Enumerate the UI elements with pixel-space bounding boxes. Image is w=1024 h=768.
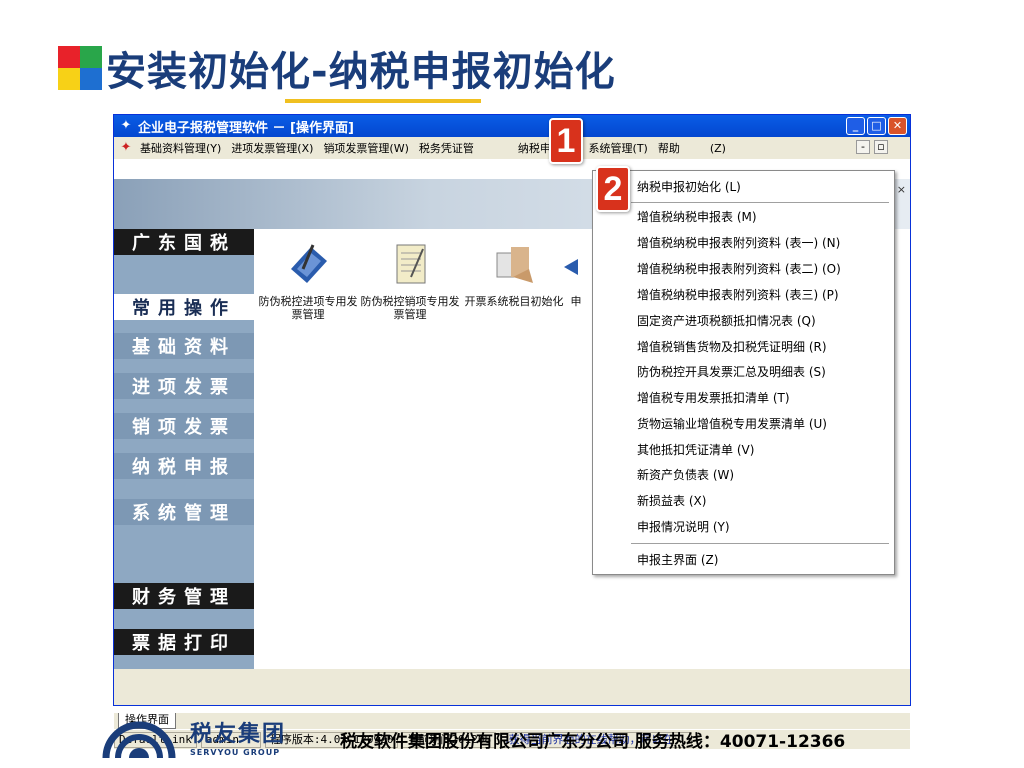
menu-item-vat-return[interactable]: 增值税纳税申报表 (M) bbox=[637, 208, 757, 225]
sidebar-item-guangdong-tax[interactable]: 广东国税 bbox=[114, 229, 254, 255]
tax-declaration-dropdown: 纳税申报初始化 (L) 增值税纳税申报表 (M) 增值税纳税申报表附列资料 (表… bbox=[592, 170, 895, 575]
slide-logo-icon bbox=[58, 46, 102, 90]
menu-item-declaration-init[interactable]: 纳税申报初始化 (L) bbox=[637, 178, 741, 195]
menu-separator bbox=[631, 543, 889, 544]
sidebar: 广东国税 常用操作 基础资料 进项发票 销项发票 纳税申报 系统管理 财务管理 … bbox=[114, 229, 254, 669]
tile-label: 申 bbox=[570, 295, 582, 308]
mdi-minimize-button[interactable]: - bbox=[856, 140, 870, 154]
step-1-badge: 1 bbox=[549, 118, 583, 164]
menu-separator bbox=[631, 202, 889, 203]
menu-item-other-deduction[interactable]: 其他抵扣凭证清单 (V) bbox=[637, 441, 754, 458]
menu-item-deduction-list[interactable]: 增值税专用发票抵扣清单 (T) bbox=[637, 389, 790, 406]
menu-item-declaration-notes[interactable]: 申报情况说明 (Y) bbox=[637, 518, 730, 535]
menu-z[interactable]: (Z) bbox=[710, 142, 726, 155]
maximize-button[interactable]: □ bbox=[867, 117, 886, 135]
tile-label: 开票系统税目初始化 bbox=[464, 295, 564, 308]
dropdown-gutter bbox=[593, 171, 629, 574]
sidebar-item-basic-data[interactable]: 基础资料 bbox=[114, 333, 254, 359]
footer: 税友集团 SERVYOU GROUP 税友软件集团股份有限公司广东分公司 服务热… bbox=[100, 716, 930, 760]
slide-title: 安装初始化-纳税申报初始化 bbox=[106, 49, 616, 95]
menu-item-sales-detail[interactable]: 增值税销售货物及扣税凭证明细 (R) bbox=[637, 338, 827, 355]
sidebar-item-common-ops[interactable]: 常用操作 bbox=[114, 294, 254, 320]
notepad-icon bbox=[396, 244, 426, 284]
menu-basic-data[interactable]: 基础资料管理(Y) bbox=[140, 140, 221, 156]
title-underline bbox=[285, 99, 481, 103]
menu-item-invoice-summary[interactable]: 防伪税控开具发票汇总及明细表 (S) bbox=[637, 363, 826, 380]
tile-output-invoice-mgmt[interactable]: 防伪税控销项专用发票管理 bbox=[360, 229, 460, 321]
menu-app-icon: ✦ bbox=[120, 140, 132, 155]
menu-item-fixed-asset[interactable]: 固定资产进项税额抵扣情况表 (Q) bbox=[637, 312, 816, 329]
menu-item-vat-attach-2[interactable]: 增值税纳税申报表附列资料 (表二) (O) bbox=[637, 260, 841, 277]
sidebar-item-system-mgmt[interactable]: 系统管理 bbox=[114, 499, 254, 525]
menu-item-balance-sheet[interactable]: 新资产负债表 (W) bbox=[637, 466, 734, 483]
menu-system[interactable]: 系统管理(T) bbox=[589, 140, 648, 156]
partial-icon bbox=[564, 259, 578, 275]
document-hand-icon bbox=[496, 247, 533, 283]
menu-item-income-statement[interactable]: 新损益表 (X) bbox=[637, 492, 706, 509]
tile-label: 防伪税控进项专用发票管理 bbox=[258, 295, 358, 321]
menubar: ✦ 基础资料管理(Y) 进项发票管理(X) 销项发票管理(W) 税务凭证管 纳税… bbox=[114, 137, 910, 159]
brand-name-en: SERVYOU GROUP bbox=[190, 748, 281, 757]
brand-name: 税友集团 bbox=[190, 722, 287, 747]
footer-company-hotline: 税友软件集团股份有限公司广东分公司 服务热线：40071-12366 bbox=[340, 732, 846, 752]
menu-output-invoice[interactable]: 销项发票管理(W) bbox=[323, 140, 408, 156]
step-2-badge: 2 bbox=[596, 166, 630, 212]
menu-item-declaration-main[interactable]: 申报主界面 (Z) bbox=[637, 551, 718, 568]
mdi-controls: - ▫ bbox=[856, 140, 888, 154]
sidebar-item-receipt-print[interactable]: 票据打印 bbox=[114, 629, 254, 655]
tile-label: 防伪税控销项专用发票管理 bbox=[360, 295, 460, 321]
window-controls: _ □ ✕ bbox=[846, 117, 907, 135]
tile-partial[interactable]: 申 bbox=[564, 229, 588, 308]
menu-input-invoice[interactable]: 进项发票管理(X) bbox=[231, 140, 313, 156]
tile-tax-item-init[interactable]: 开票系统税目初始化 bbox=[464, 229, 564, 308]
sidebar-item-tax-declaration[interactable]: 纳税申报 bbox=[114, 453, 254, 479]
sidebar-item-finance[interactable]: 财务管理 bbox=[114, 583, 254, 609]
servyou-logo-icon bbox=[102, 721, 176, 758]
tile-input-invoice-mgmt[interactable]: 防伪税控进项专用发票管理 bbox=[258, 229, 358, 321]
menu-item-vat-attach-3[interactable]: 增值税纳税申报表附列资料 (表三) (P) bbox=[637, 286, 839, 303]
menu-item-transport-list[interactable]: 货物运输业增值税专用发票清单 (U) bbox=[637, 415, 827, 432]
mdi-restore-button[interactable]: ▫ bbox=[874, 140, 888, 154]
sidebar-item-input-invoice[interactable]: 进项发票 bbox=[114, 373, 254, 399]
window-title: 企业电子报税管理软件 － [操作界面] bbox=[138, 120, 354, 136]
menu-tax-voucher[interactable]: 税务凭证管 bbox=[419, 140, 474, 156]
sidebar-item-output-invoice[interactable]: 销项发票 bbox=[114, 413, 254, 439]
pen-document-icon bbox=[291, 244, 327, 283]
window-titlebar[interactable]: ✦ 企业电子报税管理软件 － [操作界面] _ □ ✕ bbox=[114, 115, 910, 137]
close-button[interactable]: ✕ bbox=[888, 117, 907, 135]
app-icon: ✦ bbox=[120, 118, 132, 133]
slide-title-area: 安装初始化-纳税申报初始化 bbox=[58, 40, 616, 96]
menu-help[interactable]: 帮助 bbox=[658, 140, 680, 156]
minimize-button[interactable]: _ bbox=[846, 117, 865, 135]
banner-close-icon[interactable]: × bbox=[897, 183, 906, 196]
footer-brand: 税友集团 SERVYOU GROUP bbox=[190, 716, 286, 757]
menu-item-vat-attach-1[interactable]: 增值税纳税申报表附列资料 (表一) (N) bbox=[637, 234, 840, 251]
